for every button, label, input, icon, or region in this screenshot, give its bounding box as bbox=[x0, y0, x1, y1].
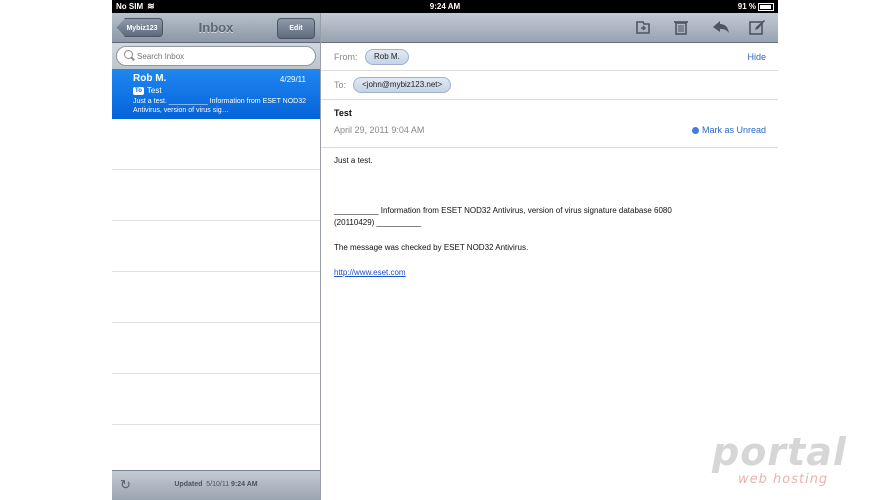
message-subject-heading: Test bbox=[334, 108, 352, 118]
message-subject: Test bbox=[146, 86, 162, 95]
message-pane: From: Rob M. Hide To: <john@mybiz123.net… bbox=[321, 13, 778, 500]
trash-icon[interactable] bbox=[672, 19, 690, 36]
mark-as-unread-link[interactable]: Mark as Unread bbox=[691, 125, 766, 135]
updated-date: 5/10/11 bbox=[206, 481, 230, 488]
mark-as-unread-label: Mark as Unread bbox=[701, 125, 766, 135]
edit-button[interactable]: Edit bbox=[277, 18, 315, 39]
message-date: 4/29/11 bbox=[279, 75, 306, 84]
body-line: The message was checked by ESET NOD32 An… bbox=[334, 243, 529, 252]
updated-time: 9:24 AM bbox=[231, 481, 258, 488]
search-field[interactable] bbox=[116, 46, 316, 66]
empty-list-row bbox=[112, 425, 320, 476]
mailbox-bottom-bar: ↻ Updated 5/10/11 9:24 AM bbox=[112, 470, 320, 500]
message-sender: Rob M. bbox=[133, 73, 167, 84]
mailbox-pane: Inbox Mybiz123 Edit Rob M. 4/29/11 ToTes… bbox=[112, 13, 321, 500]
message-toolbar bbox=[321, 13, 778, 43]
status-bar: No SIM ≋ 9:24 AM 91 % bbox=[112, 0, 778, 13]
clock-text: 9:24 AM bbox=[429, 2, 461, 11]
from-contact-pill[interactable]: Rob M. bbox=[365, 49, 409, 65]
battery-percent: 91 % bbox=[737, 2, 756, 11]
message-list-item-selected[interactable]: Rob M. 4/29/11 To Test Just a test. _____… bbox=[112, 69, 320, 119]
hide-details-link[interactable]: Hide bbox=[747, 52, 766, 62]
search-bar bbox=[112, 43, 320, 69]
search-icon bbox=[124, 50, 133, 59]
back-button[interactable]: Mybiz123 bbox=[117, 18, 163, 37]
message-date-full: April 29, 2011 9:04 AM bbox=[334, 125, 425, 135]
ipad-screen: No SIM ≋ 9:24 AM 91 % Inbox Mybiz123 Edit… bbox=[112, 0, 778, 500]
compose-icon[interactable] bbox=[748, 19, 766, 36]
search-input[interactable] bbox=[137, 49, 307, 63]
from-label: From: bbox=[334, 52, 358, 62]
eset-link[interactable]: http://www.eset.com bbox=[334, 268, 406, 277]
to-badge: To bbox=[133, 87, 144, 95]
header-divider bbox=[321, 146, 778, 148]
portal-watermark-logo: portal web hosting bbox=[712, 432, 862, 492]
unread-dot-icon bbox=[691, 127, 699, 134]
body-line: __________ Information from ESET NOD32 A… bbox=[334, 206, 672, 215]
empty-list-row bbox=[112, 170, 320, 221]
body-line: Just a test. bbox=[334, 156, 373, 165]
battery-icon bbox=[758, 2, 774, 11]
watermark-tagline: web hosting bbox=[738, 472, 829, 487]
to-contact-pill[interactable]: <john@mybiz123.net> bbox=[353, 77, 452, 93]
empty-list-row bbox=[112, 374, 320, 425]
body-line: (20110429) __________ bbox=[334, 218, 422, 227]
empty-list-row bbox=[112, 119, 320, 170]
folder-move-icon[interactable] bbox=[634, 19, 652, 36]
watermark-wordmark: portal bbox=[712, 430, 847, 474]
empty-list-row bbox=[112, 272, 320, 323]
updated-status: Updated 5/10/11 9:24 AM bbox=[112, 481, 320, 488]
reply-icon[interactable] bbox=[712, 19, 730, 36]
to-label: To: bbox=[334, 80, 347, 90]
updated-label: Updated bbox=[174, 481, 203, 488]
mailbox-navbar: Inbox Mybiz123 Edit bbox=[112, 13, 320, 43]
empty-list-row bbox=[112, 221, 320, 272]
message-preview: Just a test. __________ Information from… bbox=[133, 98, 307, 114]
from-row: From: Rob M. Hide bbox=[321, 43, 778, 71]
empty-list-row bbox=[112, 323, 320, 374]
to-row: To: <john@mybiz123.net> bbox=[321, 71, 778, 100]
